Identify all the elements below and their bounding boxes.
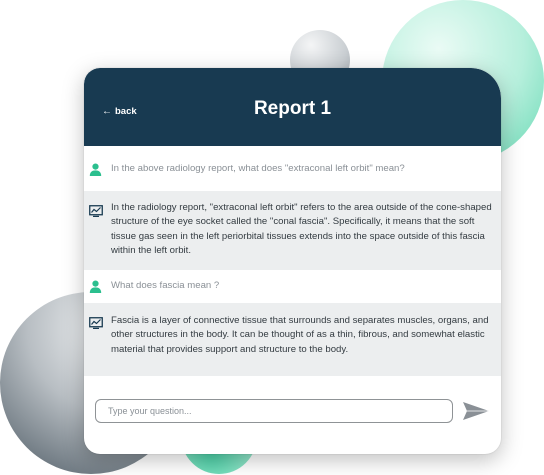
chat-message-user: What does fascia mean ? — [84, 270, 501, 303]
send-button[interactable] — [462, 401, 490, 421]
question-input[interactable] — [96, 400, 452, 422]
send-icon — [462, 402, 490, 425]
chart-monitor-icon — [89, 205, 103, 222]
chat-message-user: In the above radiology report, what does… — [84, 146, 501, 191]
chat-header: ← back Report 1 — [84, 68, 501, 146]
message-text: What does fascia mean ? — [111, 280, 220, 291]
message-text: In the above radiology report, what does… — [111, 163, 405, 174]
chat-message-assistant: Fascia is a layer of connective tissue t… — [84, 303, 501, 376]
page-title: Report 1 — [253, 98, 332, 119]
question-input-container — [95, 399, 453, 423]
user-icon — [89, 280, 102, 298]
user-icon — [89, 163, 102, 181]
message-text: Fascia is a layer of connective tissue t… — [111, 315, 489, 355]
chat-window: ← back Report 1 In the above radiology r… — [84, 68, 501, 454]
chart-monitor-icon — [89, 317, 103, 334]
message-text: In the radiology report, "extraconal lef… — [111, 202, 492, 257]
chat-message-assistant: In the radiology report, "extraconal lef… — [84, 191, 501, 270]
